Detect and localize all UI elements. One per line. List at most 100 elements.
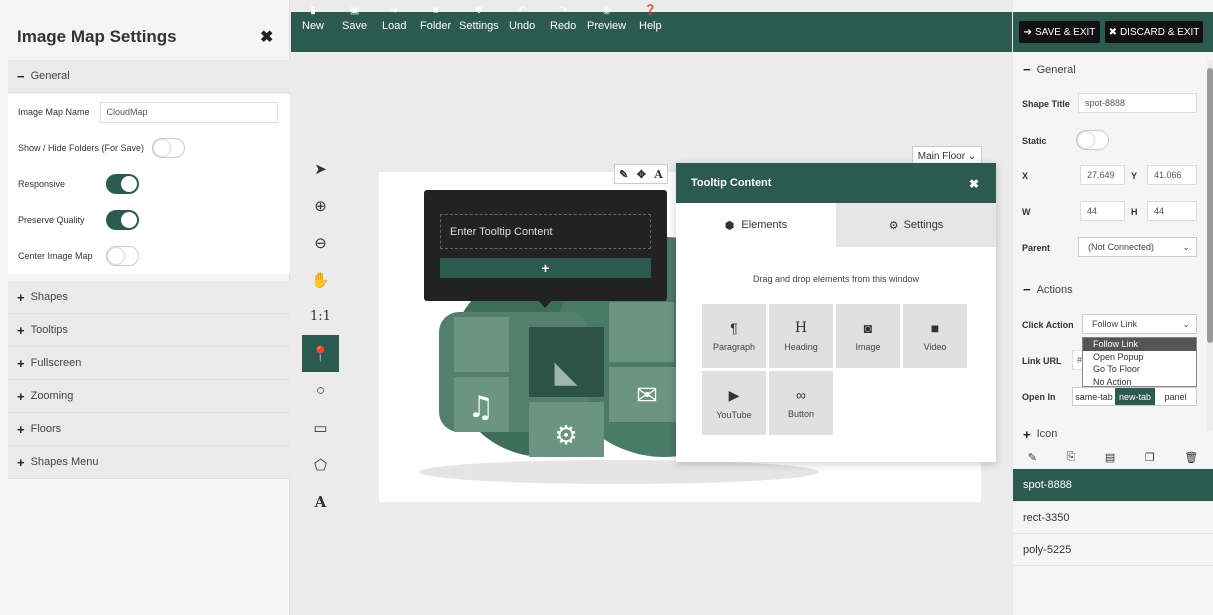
- tab-settings[interactable]: ⚙ Settings: [836, 203, 996, 247]
- element-youtube[interactable]: ▶ YouTube: [702, 371, 766, 435]
- element-button[interactable]: ∞ Button: [769, 371, 833, 435]
- reset-zoom-icon[interactable]: 1:1: [302, 298, 339, 335]
- parent-label: Parent: [1022, 243, 1051, 253]
- section-general[interactable]: − General: [8, 60, 290, 93]
- static-toggle[interactable]: [1076, 130, 1109, 150]
- heading-icon: H: [794, 320, 808, 336]
- section-floors[interactable]: + Floors: [8, 413, 290, 446]
- open-new-tab[interactable]: new-tab: [1115, 388, 1155, 405]
- dropdown-option[interactable]: Open Popup: [1083, 351, 1196, 364]
- preserve-label: Preserve Quality: [18, 215, 85, 225]
- section-label: Shapes: [30, 291, 68, 303]
- plus-icon: +: [17, 322, 25, 338]
- folder-icon: ■: [432, 5, 439, 16]
- toolbar-folder[interactable]: ■ Folder: [420, 5, 451, 32]
- minus-icon: −: [1023, 62, 1031, 77]
- tooltip-content-placeholder[interactable]: Enter Tooltip Content: [440, 214, 651, 249]
- text-icon[interactable]: A: [654, 168, 663, 181]
- zoom-in-icon[interactable]: ⊕: [302, 187, 339, 224]
- toolbar-load[interactable]: ➜ Load: [382, 5, 406, 32]
- w-input[interactable]: 44: [1080, 201, 1125, 221]
- h-input[interactable]: 44: [1147, 201, 1197, 221]
- plus-icon: +: [17, 289, 25, 305]
- copy-style-icon[interactable]: ⎘: [1067, 451, 1076, 464]
- section-label: Floors: [30, 423, 62, 435]
- click-action-select[interactable]: Follow Link ⌄: [1082, 314, 1197, 334]
- undo-icon: ↶: [517, 5, 527, 16]
- toolbar-undo[interactable]: ↶ Undo: [509, 5, 535, 32]
- plus-icon: +: [17, 355, 25, 371]
- x-input[interactable]: 27.649: [1080, 165, 1125, 185]
- scrollbar-thumb[interactable]: [1207, 68, 1213, 343]
- paste-icon[interactable]: ▤: [1105, 451, 1115, 464]
- poly-tool-icon[interactable]: ⬠: [302, 446, 339, 483]
- section-general[interactable]: − General: [1013, 53, 1205, 86]
- add-content-button[interactable]: +: [440, 258, 651, 278]
- discard-exit-button[interactable]: ✖ DISCARD & EXIT: [1105, 21, 1203, 43]
- section-shapes-menu[interactable]: + Shapes Menu: [8, 446, 290, 479]
- shape-item-rect[interactable]: rect-3350: [1013, 502, 1213, 534]
- parent-select[interactable]: (Not Connected) ⌄: [1078, 237, 1197, 257]
- element-paragraph[interactable]: ¶ Paragraph: [702, 304, 766, 368]
- shape-mini-toolbar: ✎ ✥ A: [614, 164, 668, 184]
- trash-icon[interactable]: 🗑: [1184, 451, 1198, 464]
- section-tooltips[interactable]: + Tooltips: [8, 314, 290, 347]
- map-name-input[interactable]: CloudMap: [99, 101, 278, 123]
- shape-title-input[interactable]: spot-8888: [1078, 93, 1197, 113]
- spot-tool-icon[interactable]: 📍: [302, 335, 339, 372]
- toolbar-save[interactable]: ▣ Save: [342, 5, 367, 32]
- y-input[interactable]: 41.066: [1147, 165, 1197, 185]
- open-panel[interactable]: panel: [1155, 388, 1196, 405]
- panel-title: Image Map Settings: [17, 27, 177, 46]
- gear-icon: ⚙: [888, 219, 899, 232]
- move-icon[interactable]: ✥: [637, 168, 646, 181]
- responsive-toggle[interactable]: [106, 174, 139, 194]
- map-name-label: Image Map Name: [18, 107, 90, 117]
- close-icon[interactable]: ✖: [969, 177, 979, 191]
- video-icon: ■: [930, 320, 940, 336]
- save-exit-button[interactable]: ➔ SAVE & EXIT: [1019, 21, 1100, 43]
- toolbar-preview[interactable]: ◉ Preview: [587, 5, 626, 32]
- dropdown-option[interactable]: No Action: [1083, 376, 1196, 389]
- pan-hand-icon[interactable]: ✋: [302, 261, 339, 298]
- minus-icon: −: [17, 68, 25, 84]
- section-icon[interactable]: + Icon: [1013, 424, 1205, 444]
- pencil-icon[interactable]: ✎: [1028, 451, 1037, 464]
- element-image[interactable]: ◙ Image: [836, 304, 900, 368]
- cube-icon: ⬢: [724, 219, 735, 232]
- open-in-selector: same-tab new-tab panel: [1072, 387, 1197, 406]
- toolbar-redo[interactable]: ↷ Redo: [550, 5, 576, 32]
- element-heading[interactable]: H Heading: [769, 304, 833, 368]
- open-same-tab[interactable]: same-tab: [1073, 388, 1115, 405]
- section-zooming[interactable]: + Zooming: [8, 380, 290, 413]
- save-icon: ▣: [349, 5, 360, 16]
- oval-tool-icon[interactable]: ○: [302, 372, 339, 409]
- rect-tool-icon[interactable]: ▭: [302, 409, 339, 446]
- text-tool-icon[interactable]: A: [302, 483, 339, 520]
- show-hide-toggle[interactable]: [152, 138, 186, 158]
- show-hide-label: Show / Hide Folders (For Save): [18, 143, 145, 153]
- dropdown-option[interactable]: Go To Floor: [1083, 363, 1196, 376]
- section-fullscreen[interactable]: + Fullscreen: [8, 347, 290, 380]
- tab-elements[interactable]: ⬢ Elements: [676, 203, 836, 247]
- preview-icon: ◉: [602, 5, 611, 16]
- toolbar-help[interactable]: ❓ Help: [639, 5, 662, 32]
- preserve-toggle[interactable]: [106, 210, 139, 230]
- zoom-out-icon[interactable]: ⊖: [302, 224, 339, 261]
- select-tool-icon[interactable]: ➤: [302, 150, 339, 187]
- section-actions[interactable]: − Actions: [1013, 273, 1205, 306]
- close-settings-icon[interactable]: ✖: [260, 27, 273, 47]
- section-shapes[interactable]: + Shapes: [8, 281, 290, 314]
- drag-hint: Drag and drop elements from this window: [752, 274, 920, 284]
- pencil-icon[interactable]: ✎: [619, 168, 628, 181]
- minus-icon: −: [1023, 282, 1031, 297]
- duplicate-icon[interactable]: ❐: [1145, 451, 1155, 464]
- shape-item-poly[interactable]: poly-5225: [1013, 534, 1213, 566]
- plus-icon: +: [17, 388, 25, 404]
- dropdown-option[interactable]: Follow Link: [1083, 338, 1196, 351]
- element-video[interactable]: ■ Video: [903, 304, 967, 368]
- center-toggle[interactable]: [106, 246, 139, 266]
- toolbar-settings[interactable]: ✱ Settings: [459, 5, 499, 32]
- shape-item-spot[interactable]: spot-8888: [1013, 469, 1213, 502]
- toolbar-new[interactable]: ▮ New: [302, 5, 324, 32]
